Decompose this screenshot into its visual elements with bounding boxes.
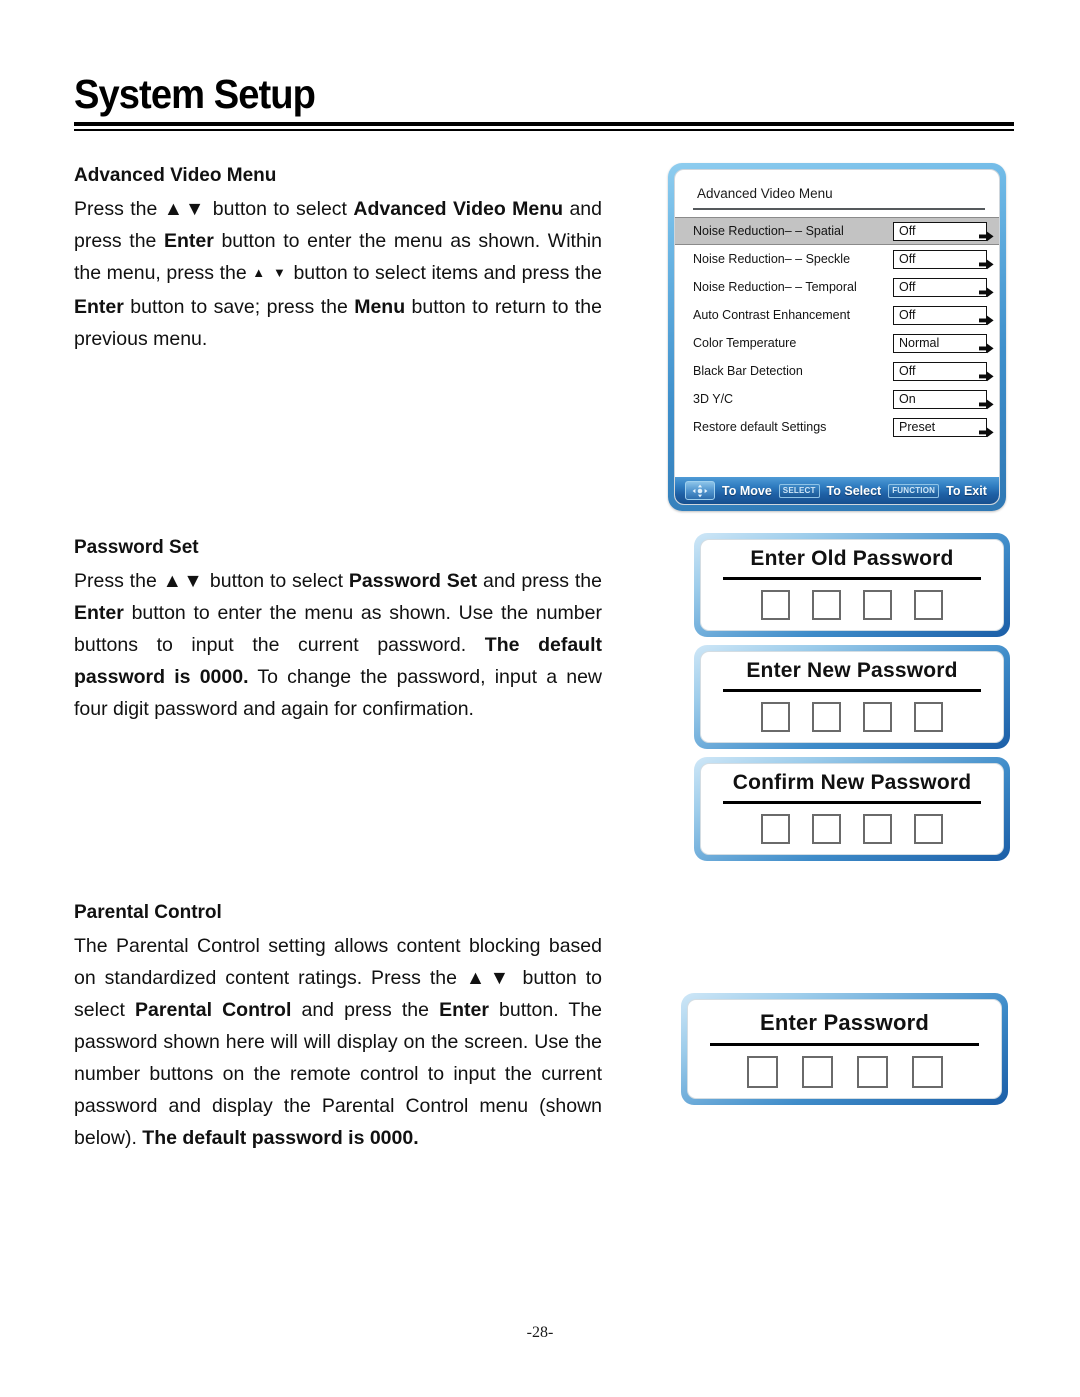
password-digit-boxes xyxy=(701,814,1003,844)
osd-row-value: Normal xyxy=(899,336,940,350)
osd-row-label: Auto Contrast Enhancement xyxy=(693,308,851,322)
section-paragraph-password-set: Press the ▲▼ button to select Password S… xyxy=(74,570,603,720)
status-exit-label: To Exit xyxy=(946,483,987,498)
osd-row-value-box[interactable]: Off xyxy=(893,361,994,382)
osd-row-value-box[interactable]: Normal xyxy=(893,333,994,354)
password-digit-box[interactable] xyxy=(812,814,841,844)
password-digit-box[interactable] xyxy=(761,590,790,620)
section-parental-control: Parental Control The Parental Control se… xyxy=(74,897,602,1154)
osd-row-value: Preset xyxy=(899,420,936,434)
osd-row-value-box[interactable]: Off xyxy=(893,249,994,270)
section-heading-password-set: Password Set xyxy=(74,537,199,558)
password-digit-boxes xyxy=(701,590,1003,620)
dialog-title-divider xyxy=(710,1043,979,1046)
dialog-inner: Enter Old Password xyxy=(700,539,1004,631)
password-digit-box[interactable] xyxy=(914,590,943,620)
title-rule-thick xyxy=(74,122,1014,126)
dialog-enter-old-password: Enter Old Password xyxy=(694,533,1010,637)
osd-row[interactable]: Color Temperature Normal xyxy=(675,329,999,357)
osd-row-label: Noise Reduction– – Temporal xyxy=(693,280,857,294)
password-digit-box[interactable] xyxy=(761,702,790,732)
password-digit-boxes xyxy=(688,1056,1001,1088)
osd-row[interactable]: Noise Reduction– – Temporal Off xyxy=(675,273,999,301)
osd-row-label: Noise Reduction– – Spatial xyxy=(693,224,844,238)
password-digit-box[interactable] xyxy=(761,814,790,844)
osd-row-value: Off xyxy=(899,364,916,378)
osd-row-value-box[interactable]: Preset xyxy=(893,417,994,438)
dpad-icon xyxy=(685,481,715,500)
osd-row-value-box[interactable]: Off xyxy=(893,221,994,242)
osd-title-divider xyxy=(693,208,985,210)
password-digit-box[interactable] xyxy=(801,1056,833,1088)
osd-row-label: Restore default Settings xyxy=(693,420,827,434)
dialog-enter-password: Enter Password xyxy=(681,993,1008,1105)
dialog-title-divider xyxy=(723,689,981,692)
osd-row[interactable]: Noise Reduction– – Speckle Off xyxy=(675,245,999,273)
osd-advanced-video-menu-panel: Advanced Video Menu Noise Reduction– – S… xyxy=(668,163,1006,511)
password-digit-box[interactable] xyxy=(812,702,841,732)
section-heading-parental-control: Parental Control xyxy=(74,902,222,923)
password-digit-box[interactable] xyxy=(863,590,892,620)
password-digit-box[interactable] xyxy=(812,590,841,620)
osd-status-bar: To Move SELECT To Select FUNCTION To Exi… xyxy=(675,477,999,504)
select-key-badge: SELECT xyxy=(778,483,820,498)
dialog-inner: Enter New Password xyxy=(700,651,1004,743)
password-digit-box[interactable] xyxy=(863,702,892,732)
osd-row-value-box[interactable]: Off xyxy=(893,305,994,326)
dialog-confirm-new-password: Confirm New Password xyxy=(694,757,1010,861)
osd-row[interactable]: Black Bar Detection Off xyxy=(675,357,999,385)
page-number: -28- xyxy=(526,1324,554,1341)
osd-row-value-box[interactable]: On xyxy=(893,389,994,410)
section-paragraph-advanced-video-menu: Press the ▲▼ button to select Advanced V… xyxy=(74,198,603,350)
password-digit-box[interactable] xyxy=(746,1056,778,1088)
password-digit-box[interactable] xyxy=(911,1056,943,1088)
dialog-title: Enter Password xyxy=(759,1010,930,1035)
dialog-title-divider xyxy=(723,577,981,580)
dialog-title: Confirm New Password xyxy=(732,771,972,794)
password-digit-box[interactable] xyxy=(856,1056,888,1088)
section-password-set: Password Set Press the ▲▼ button to sele… xyxy=(74,532,602,725)
osd-row-value: Off xyxy=(899,224,916,238)
status-move-label: To Move xyxy=(722,483,772,498)
osd-row-label: Black Bar Detection xyxy=(693,364,803,378)
osd-inner-screen: Advanced Video Menu Noise Reduction– – S… xyxy=(674,169,1000,505)
password-digit-box[interactable] xyxy=(914,814,943,844)
osd-row-label: 3D Y/C xyxy=(693,392,734,406)
osd-row[interactable]: 3D Y/C On xyxy=(675,385,999,413)
status-select-label: To Select xyxy=(826,483,882,498)
password-digit-box[interactable] xyxy=(863,814,892,844)
dialog-inner: Confirm New Password xyxy=(700,763,1004,855)
osd-row[interactable]: Auto Contrast Enhancement Off xyxy=(675,301,999,329)
page-title-block: System Setup xyxy=(74,71,1014,131)
osd-row-value-box[interactable]: Off xyxy=(893,277,994,298)
password-digit-box[interactable] xyxy=(914,702,943,732)
section-heading-advanced-video-menu: Advanced Video Menu xyxy=(74,165,277,186)
page-title: System Setup xyxy=(74,71,316,117)
osd-row-list: Noise Reduction– – Spatial Off Noise Reduc… xyxy=(675,217,999,441)
osd-row-label: Color Temperature xyxy=(693,336,797,350)
osd-row[interactable]: Noise Reduction– – Spatial Off xyxy=(675,217,999,245)
function-key-badge: FUNCTION xyxy=(888,483,940,498)
dialog-inner: Enter Password xyxy=(687,999,1002,1099)
section-paragraph-parental-control: The Parental Control setting allows cont… xyxy=(74,935,602,1149)
osd-row-value: Off xyxy=(899,252,916,266)
dialog-title: Enter Old Password xyxy=(750,547,954,570)
dialog-enter-new-password: Enter New Password xyxy=(694,645,1010,749)
section-advanced-video-menu: Advanced Video Menu Press the ▲▼ button … xyxy=(74,160,602,355)
osd-row[interactable]: Restore default Settings Preset xyxy=(675,413,999,441)
password-digit-boxes xyxy=(701,702,1003,732)
title-rule-thin xyxy=(74,129,1014,131)
osd-row-value: Off xyxy=(899,308,916,322)
dialog-title: Enter New Password xyxy=(746,659,958,682)
dialog-title-divider xyxy=(723,801,981,804)
osd-row-label: Noise Reduction– – Speckle xyxy=(693,252,851,266)
osd-row-value: Off xyxy=(899,280,916,294)
osd-menu-title: Advanced Video Menu xyxy=(697,186,833,201)
osd-row-value: On xyxy=(899,392,916,406)
